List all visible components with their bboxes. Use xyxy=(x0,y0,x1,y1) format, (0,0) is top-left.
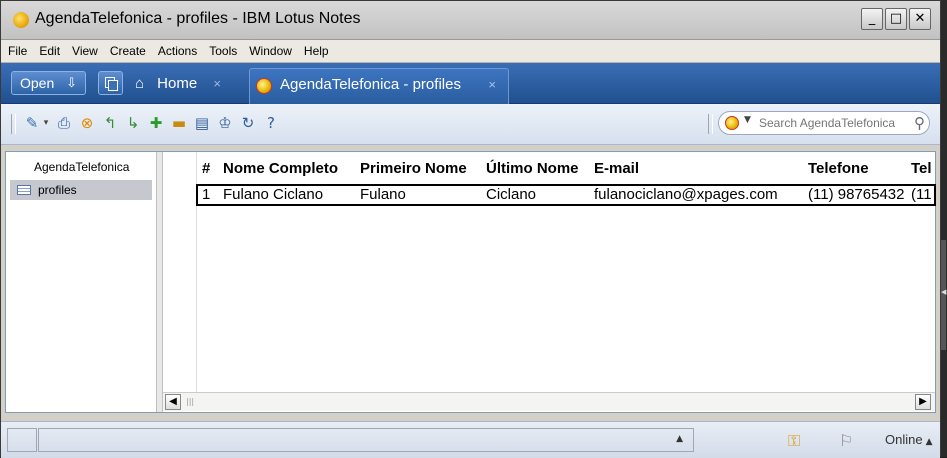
search-scope-dropdown-icon[interactable]: ▼ xyxy=(744,115,751,125)
status-expand-icon[interactable]: ▲ xyxy=(676,434,683,444)
help-icon[interactable]: ? xyxy=(262,114,280,132)
column-header-telefone[interactable]: Telefone xyxy=(808,160,869,177)
search-grip[interactable] xyxy=(708,114,713,134)
toolbar-grip[interactable] xyxy=(11,114,16,134)
lotus-notes-icon xyxy=(13,12,29,28)
column-header-tel[interactable]: Tel xyxy=(911,160,932,177)
status-message-area[interactable]: ▲ xyxy=(38,428,694,452)
open-down-arrow-icon: ⇩ xyxy=(66,75,77,90)
column-header-ultimo-nome[interactable]: Último Nome xyxy=(486,160,579,177)
menu-actions[interactable]: Actions xyxy=(151,40,202,58)
tab-home-label: Home xyxy=(157,75,198,92)
side-shelf-arrow-icon: ◀ xyxy=(941,288,947,296)
scroll-left-icon[interactable]: ◀ xyxy=(165,394,181,410)
open-button-label: Open xyxy=(20,75,55,91)
close-button[interactable]: ✕ xyxy=(909,8,931,30)
window-title: AgendaTelefonica - profiles - IBM Lotus … xyxy=(35,10,361,27)
side-shelf-handle[interactable]: ◀ xyxy=(941,240,946,350)
nav-title: AgendaTelefonica xyxy=(34,160,130,174)
new-dropdown-icon[interactable]: ▾ xyxy=(41,114,51,132)
cell-tel: (11 xyxy=(911,186,932,203)
database-icon xyxy=(256,78,272,94)
column-header-primeiro-nome[interactable]: Primeiro Nome xyxy=(360,160,467,177)
menu-edit[interactable]: Edit xyxy=(32,40,65,58)
nav-item-profiles[interactable]: profiles xyxy=(10,180,152,200)
search-input[interactable] xyxy=(759,115,907,131)
menu-view[interactable]: View xyxy=(65,40,103,58)
search-icon[interactable]: ⚲ xyxy=(914,114,925,132)
scroll-thumb-grip[interactable]: ||| xyxy=(186,397,194,406)
navigation-pane: AgendaTelefonica profiles xyxy=(6,152,157,412)
show-pane-icon[interactable]: ▤ xyxy=(193,114,211,132)
cell-nome-completo: Fulano Ciclano xyxy=(223,186,324,203)
status-indicator[interactable] xyxy=(7,428,37,452)
online-status[interactable]: Online ▲ xyxy=(885,432,933,447)
cell-telefone: (11) 98765432 xyxy=(808,186,905,203)
expand-icon[interactable]: ✚ xyxy=(147,114,165,132)
content-area: AgendaTelefonica profiles # Nome Complet… xyxy=(5,151,936,413)
search-box[interactable]: ▼ ⚲ xyxy=(718,111,930,135)
menu-help[interactable]: Help xyxy=(297,40,334,58)
document-view: # Nome Completo Primeiro Nome Último Nom… xyxy=(196,152,936,392)
cell-primeiro-nome: Fulano xyxy=(360,186,406,203)
tab-bar: Open ⇩ ⌂ Home × AgendaTelefonica - profi… xyxy=(1,63,940,104)
maximize-button[interactable]: □ xyxy=(885,8,907,30)
menu-bar: File Edit View Create Actions Tools Window Help xyxy=(1,40,940,63)
toolbar: ✎ ▾ ⎙ ⊗ ↰ ↳ ✚ ▬ ▤ ♔ ↻ ? ▼ ⚲ xyxy=(1,104,940,145)
screen-edge xyxy=(941,0,947,457)
column-header-email[interactable]: E-mail xyxy=(594,160,639,177)
collapse-icon[interactable]: ▬ xyxy=(170,114,188,132)
window-switcher-icon[interactable] xyxy=(98,71,123,95)
refresh-icon[interactable]: ↻ xyxy=(239,114,257,132)
menu-window[interactable]: Window xyxy=(242,40,297,58)
minimize-button[interactable]: _ xyxy=(861,8,883,30)
column-header-nome-completo[interactable]: Nome Completo xyxy=(223,160,338,177)
delete-icon[interactable]: ⊗ xyxy=(78,114,96,132)
open-button[interactable]: Open ⇩ xyxy=(11,71,86,95)
online-menu-icon: ▲ xyxy=(925,437,933,447)
find-binoculars-icon[interactable]: ♔ xyxy=(216,114,234,132)
location-icon[interactable]: ⚐ xyxy=(839,431,853,450)
menu-file[interactable]: File xyxy=(1,40,32,58)
view-icon xyxy=(17,185,31,195)
column-header-number[interactable]: # xyxy=(202,160,210,177)
new-document-icon[interactable]: ✎ xyxy=(23,114,41,132)
tab-home-close-icon[interactable]: × xyxy=(213,76,221,91)
tab-active-label: AgendaTelefonica - profiles xyxy=(280,76,461,93)
nav-item-label: profiles xyxy=(38,183,77,197)
scroll-right-icon[interactable]: ▶ xyxy=(915,394,931,410)
move-up-icon[interactable]: ↰ xyxy=(101,114,119,132)
home-icon: ⌂ xyxy=(135,75,145,92)
print-icon[interactable]: ⎙ xyxy=(55,114,73,132)
view-margin xyxy=(163,152,197,392)
horizontal-scrollbar[interactable]: ◀ ||| ▶ xyxy=(163,392,935,411)
move-down-icon[interactable]: ↳ xyxy=(124,114,142,132)
menu-create[interactable]: Create xyxy=(103,40,151,58)
tab-home[interactable]: ⌂ Home × xyxy=(135,71,221,97)
status-bar: ▲ ⚿ ⚐ Online ▲ xyxy=(1,421,940,458)
online-label: Online xyxy=(885,432,923,447)
title-bar: AgendaTelefonica - profiles - IBM Lotus … xyxy=(1,1,940,40)
cell-email: fulanociclano@xpages.com xyxy=(594,186,778,203)
tab-agendatelefonica-profiles[interactable]: AgendaTelefonica - profiles × xyxy=(249,68,509,104)
search-scope-icon[interactable] xyxy=(725,116,739,130)
tab-active-close-icon[interactable]: × xyxy=(488,69,496,101)
key-icon[interactable]: ⚿ xyxy=(788,431,800,451)
app-window: AgendaTelefonica - profiles - IBM Lotus … xyxy=(0,0,941,458)
menu-tools[interactable]: Tools xyxy=(202,40,242,58)
cell-number: 1 xyxy=(202,186,211,203)
cell-ultimo-nome: Ciclano xyxy=(486,186,537,203)
